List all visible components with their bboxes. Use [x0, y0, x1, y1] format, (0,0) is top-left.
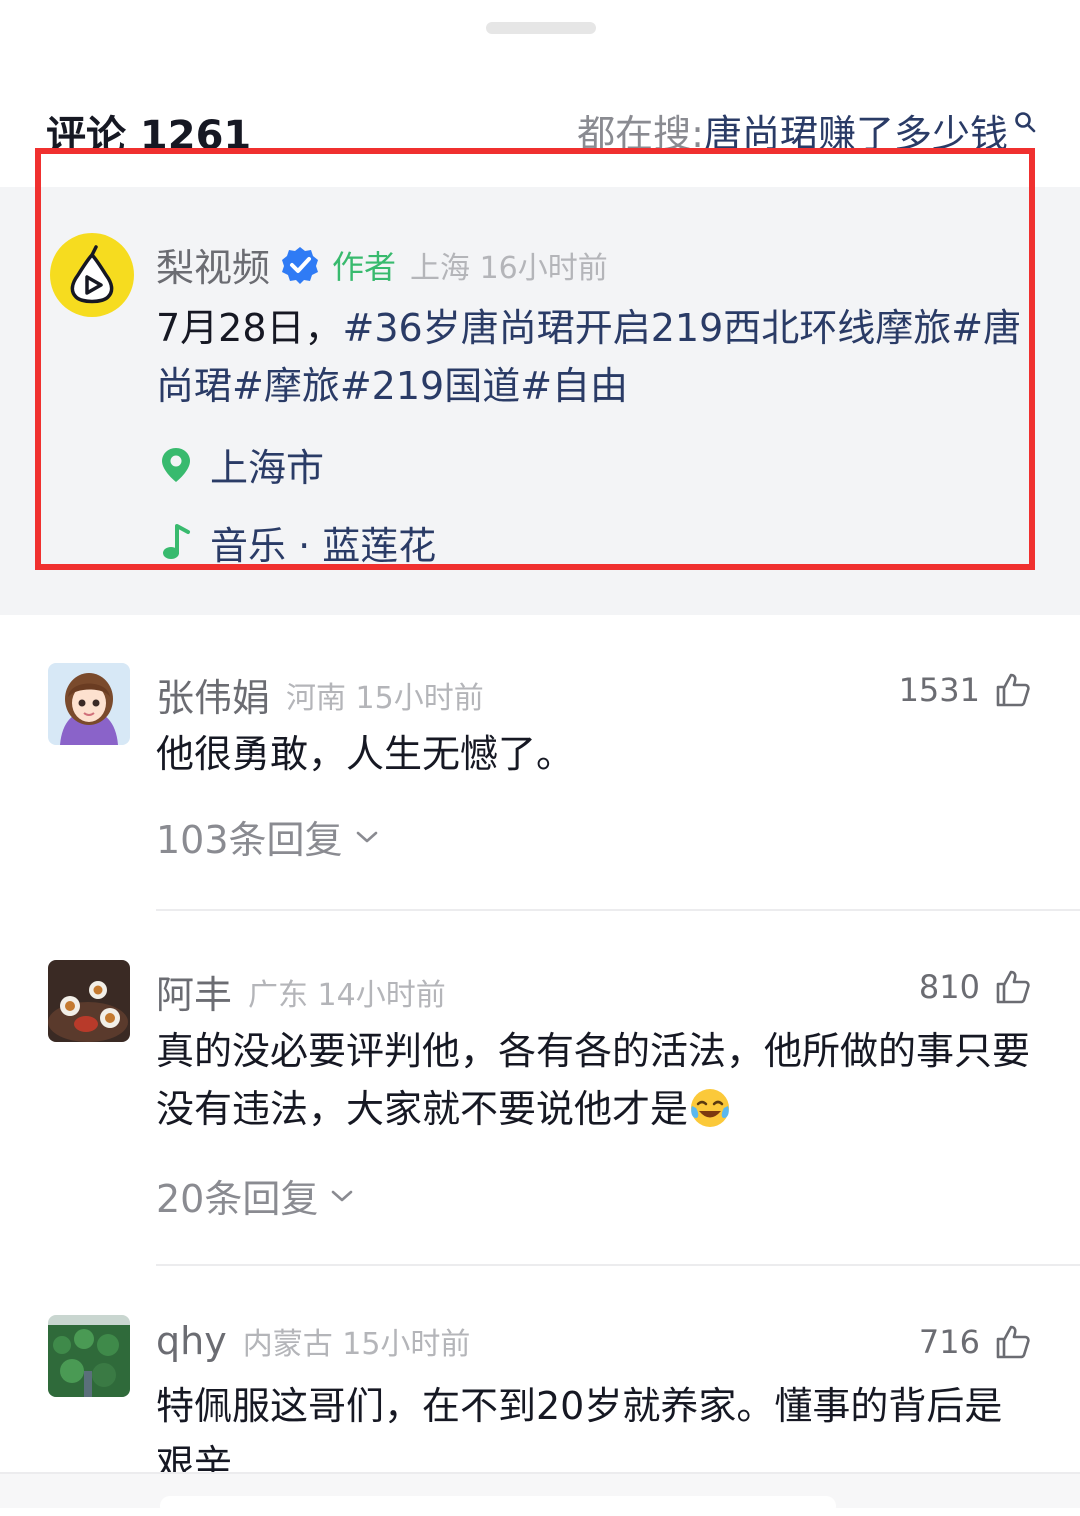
comment-text: 真的没必要评判他，各有各的活法，他所做的事只要没有违法，大家就不要说他才是	[156, 1022, 1036, 1138]
commenter-name[interactable]: 张伟娟	[156, 667, 270, 722]
field-landscape-avatar-icon	[48, 1315, 130, 1397]
search-suggestion[interactable]: 都在搜: 唐尚珺赚了多少钱	[577, 103, 1036, 158]
thumbs-up-icon[interactable]	[994, 968, 1032, 1006]
tea-set-avatar-icon	[48, 960, 130, 1042]
thumbs-up-icon[interactable]	[994, 1323, 1032, 1361]
like-button[interactable]: 1531	[899, 671, 1032, 709]
like-count: 716	[918, 1323, 980, 1361]
comment-meta: 内蒙古 15小时前	[242, 1327, 471, 1362]
comment-count-title: 评论 1261	[46, 113, 252, 159]
music-row[interactable]: 音乐 · 蓝莲花	[160, 517, 436, 567]
cartoon-girl-avatar-icon	[48, 663, 130, 745]
commenter-avatar[interactable]	[48, 663, 130, 745]
commenter-name[interactable]: qhy	[156, 1319, 227, 1363]
search-icon[interactable]	[1014, 111, 1036, 133]
laughing-crying-emoji-icon	[691, 1089, 730, 1127]
view-replies-button[interactable]: 20条回复	[156, 1168, 354, 1223]
comment-meta: 广东 14小时前	[248, 977, 446, 1013]
pear-video-logo-icon	[70, 245, 114, 304]
chevron-down-icon	[332, 1190, 353, 1201]
comment-header: 阿丰 广东 14小时前	[156, 964, 446, 1019]
search-suggestion-query[interactable]: 唐尚珺赚了多少钱	[704, 103, 1008, 158]
comment-header: 张伟娟 河南 15小时前	[156, 667, 484, 722]
sheet-grabber[interactable]	[486, 22, 596, 34]
author-avatar[interactable]	[50, 233, 134, 317]
commenter-avatar[interactable]	[48, 1315, 130, 1397]
comment-item: 张伟娟 河南 15小时前 1531 他很勇敢，人生无憾了。 103条回复	[0, 663, 1080, 911]
comment-meta: 河南 15小时前	[286, 680, 484, 716]
commenter-avatar[interactable]	[48, 960, 130, 1042]
comment-text-body: 真的没必要评判他，各有各的活法，他所做的事只要没有违法，大家就不要说他才是	[156, 1029, 1031, 1131]
search-suggestion-prefix: 都在搜:	[577, 112, 704, 156]
location-row[interactable]: 上海市	[160, 437, 324, 492]
like-button[interactable]: 810	[919, 968, 1032, 1006]
view-replies-button[interactable]: 103条回复	[156, 809, 379, 864]
comment-input-bar	[0, 1472, 1080, 1516]
chevron-down-icon	[356, 831, 377, 842]
author-tag: 作者	[332, 247, 397, 286]
thumbs-up-icon[interactable]	[994, 671, 1032, 709]
replies-count: 103条回复	[156, 818, 343, 862]
like-count: 810	[918, 968, 980, 1006]
post-text-plain: 7月28日，	[156, 306, 343, 350]
comment-input[interactable]	[160, 1496, 836, 1516]
like-count: 1531	[898, 671, 980, 709]
post-meta: 上海 16小时前	[410, 250, 608, 286]
replies-count: 20条回复	[156, 1177, 319, 1221]
comment-text: 特佩服这哥们，在不到20岁就养家。懂事的背后是艰辛	[156, 1384, 1003, 1472]
verified-badge-icon	[282, 246, 319, 284]
like-button[interactable]: 716	[919, 1323, 1032, 1361]
comment-header: qhy 内蒙古 15小时前	[156, 1319, 470, 1363]
commenter-name[interactable]: 阿丰	[156, 964, 232, 1019]
author-info-row: 梨视频 作者 上海 16小时前	[156, 237, 608, 292]
comment-item: qhy 内蒙古 15小时前 716 特佩服这哥们，在不到20岁就养家。懂事的背后…	[0, 1315, 1080, 1472]
location-text[interactable]: 上海市	[210, 437, 324, 492]
post-text: 7月28日，#36岁唐尚珺开启219西北环线摩旅#唐尚珺#摩旅#219国道#自由	[156, 299, 1036, 415]
location-pin-icon	[162, 447, 190, 482]
author-name[interactable]: 梨视频	[156, 237, 270, 292]
comments-header: 评论 1261 都在搜: 唐尚珺赚了多少钱	[0, 95, 1080, 165]
comment-divider	[156, 1264, 1080, 1266]
pinned-author-post: 梨视频 作者 上海 16小时前 7月28日，#36岁唐尚珺开启219西北环线摩旅…	[0, 187, 1080, 615]
comment-item: 阿丰 广东 14小时前 810 真的没必要评判他，各有各的活法，他所做的事只要没…	[0, 960, 1080, 1266]
music-text[interactable]: 音乐 · 蓝莲花	[210, 517, 436, 568]
comment-text: 他很勇敢，人生无憾了。	[156, 732, 575, 776]
music-note-icon	[163, 524, 190, 559]
comment-divider	[156, 909, 1080, 911]
